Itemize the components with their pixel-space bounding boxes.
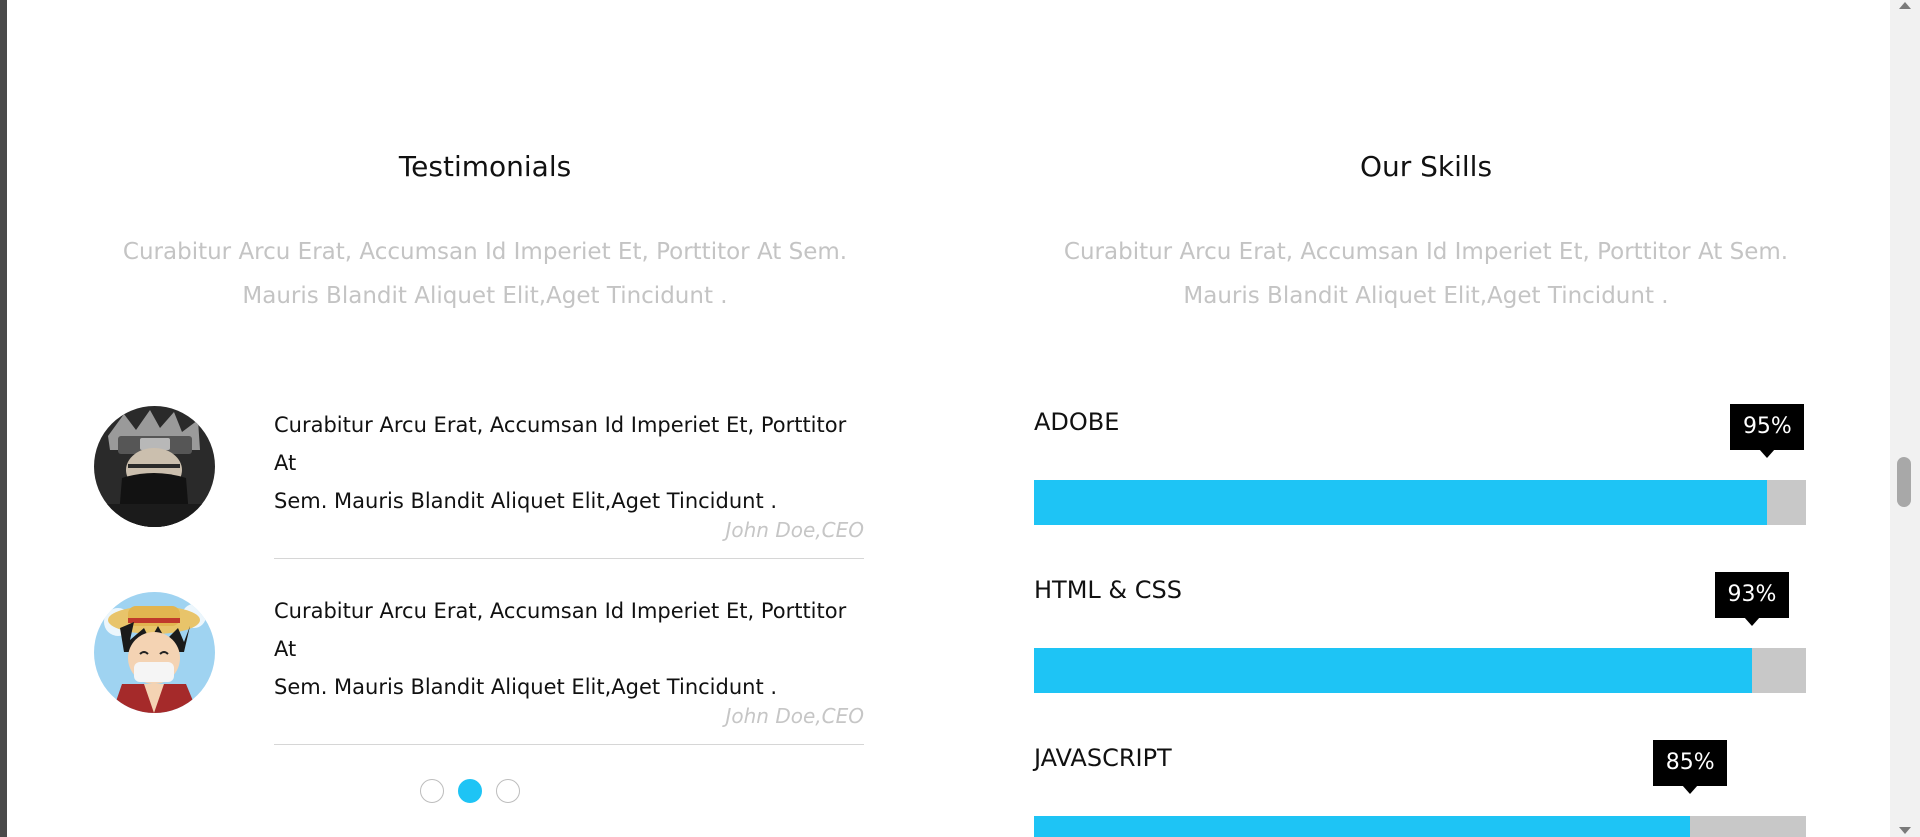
skill-progress-track [1034,648,1806,693]
skill-progress-fill [1034,648,1752,693]
testimonial-quote: Curabitur Arcu Erat, Accumsan Id Imperie… [274,592,864,706]
skill-name: HTML & CSS [1034,576,1182,604]
vertical-scrollbar[interactable] [1890,0,1920,837]
skill-percent-tooltip: 93% [1714,572,1789,618]
page-viewport: Testimonials Curabitur Arcu Erat, Accums… [7,0,1890,837]
skills-title: Our Skills [1359,150,1493,183]
scroll-down-arrow-icon[interactable] [1899,827,1911,834]
skills-subtitle-line-2: Mauris Blandit Aliquet Elit,Aget Tincidu… [1183,283,1669,309]
testimonial-author: John Doe,CEO [725,518,865,542]
testimonials-subtitle: Curabitur Arcu Erat, Accumsan Id Imperie… [105,230,865,318]
skill-progress-fill [1034,816,1691,837]
divider [274,558,864,559]
ninja-avatar-icon [94,406,215,527]
testimonials-title: Testimonials [398,150,572,183]
skill-percent-tooltip: 85% [1653,740,1728,786]
testimonials-subtitle-line-2: Mauris Blandit Aliquet Elit,Aget Tincidu… [242,283,728,309]
straw-hat-avatar-icon [94,592,215,713]
testimonial-quote: Curabitur Arcu Erat, Accumsan Id Imperie… [274,406,864,520]
carousel-pagination [420,779,520,803]
carousel-dot-2[interactable] [458,779,482,803]
carousel-dot-3[interactable] [496,779,520,803]
testimonial-author: John Doe,CEO [725,704,865,728]
skills-subtitle: Curabitur Arcu Erat, Accumsan Id Imperie… [1046,230,1806,318]
testimonial-quote-line-1: Curabitur Arcu Erat, Accumsan Id Imperie… [274,413,847,475]
testimonial-body: Curabitur Arcu Erat, Accumsan Id Imperie… [274,592,864,745]
divider [274,744,864,745]
skill-name: ADOBE [1034,408,1120,436]
testimonial-quote-line-1: Curabitur Arcu Erat, Accumsan Id Imperie… [274,599,847,661]
testimonial-quote-line-2: Sem. Mauris Blandit Aliquet Elit,Aget Ti… [274,489,778,513]
skills-subtitle-line-1: Curabitur Arcu Erat, Accumsan Id Imperie… [1063,239,1789,265]
skill-progress-track [1034,480,1806,525]
scroll-up-arrow-icon[interactable] [1899,2,1911,9]
scrollbar-thumb[interactable] [1897,457,1911,507]
testimonial-quote-line-2: Sem. Mauris Blandit Aliquet Elit,Aget Ti… [274,675,778,699]
skill-percent-tooltip: 95% [1730,404,1805,450]
skill-progress-track [1034,816,1806,837]
carousel-dot-1[interactable] [420,779,444,803]
skill-progress-fill [1034,480,1768,525]
testimonial-body: Curabitur Arcu Erat, Accumsan Id Imperie… [274,406,864,559]
skill-name: JAVASCRIPT [1034,744,1172,772]
testimonials-subtitle-line-1: Curabitur Arcu Erat, Accumsan Id Imperie… [122,239,848,265]
